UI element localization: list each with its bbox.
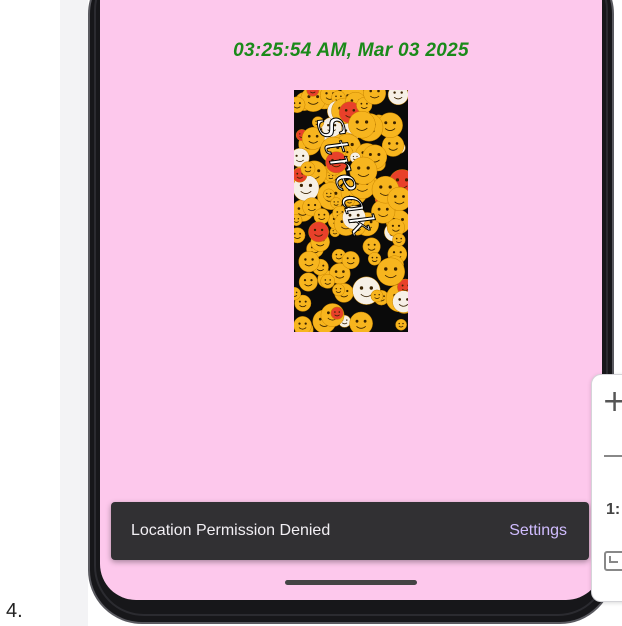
background-panel <box>60 0 88 626</box>
zoom-ratio-button[interactable]: 1: <box>606 501 620 519</box>
streak-emoji-image: Streak <box>294 90 408 332</box>
snackbar: Location Permission Denied Settings <box>111 502 589 560</box>
fit-screen-icon[interactable] <box>604 551 622 571</box>
snackbar-message: Location Permission Denied <box>131 522 331 539</box>
plus-icon[interactable]: + <box>602 387 622 417</box>
phone-screen: 03:25:54 AM, Mar 03 2025 Streak Location… <box>100 0 602 600</box>
settings-button[interactable]: Settings <box>509 522 567 540</box>
list-number: 4. <box>6 600 23 622</box>
minus-icon[interactable] <box>604 455 622 457</box>
emulator-side-toolbar: + 1: <box>591 374 622 602</box>
datetime-label: 03:25:54 AM, Mar 03 2025 <box>233 40 469 61</box>
gesture-navigation-bar[interactable] <box>285 580 417 585</box>
page: 4. 03:25:54 AM, Mar 03 2025 Streak Locat… <box>0 0 622 626</box>
